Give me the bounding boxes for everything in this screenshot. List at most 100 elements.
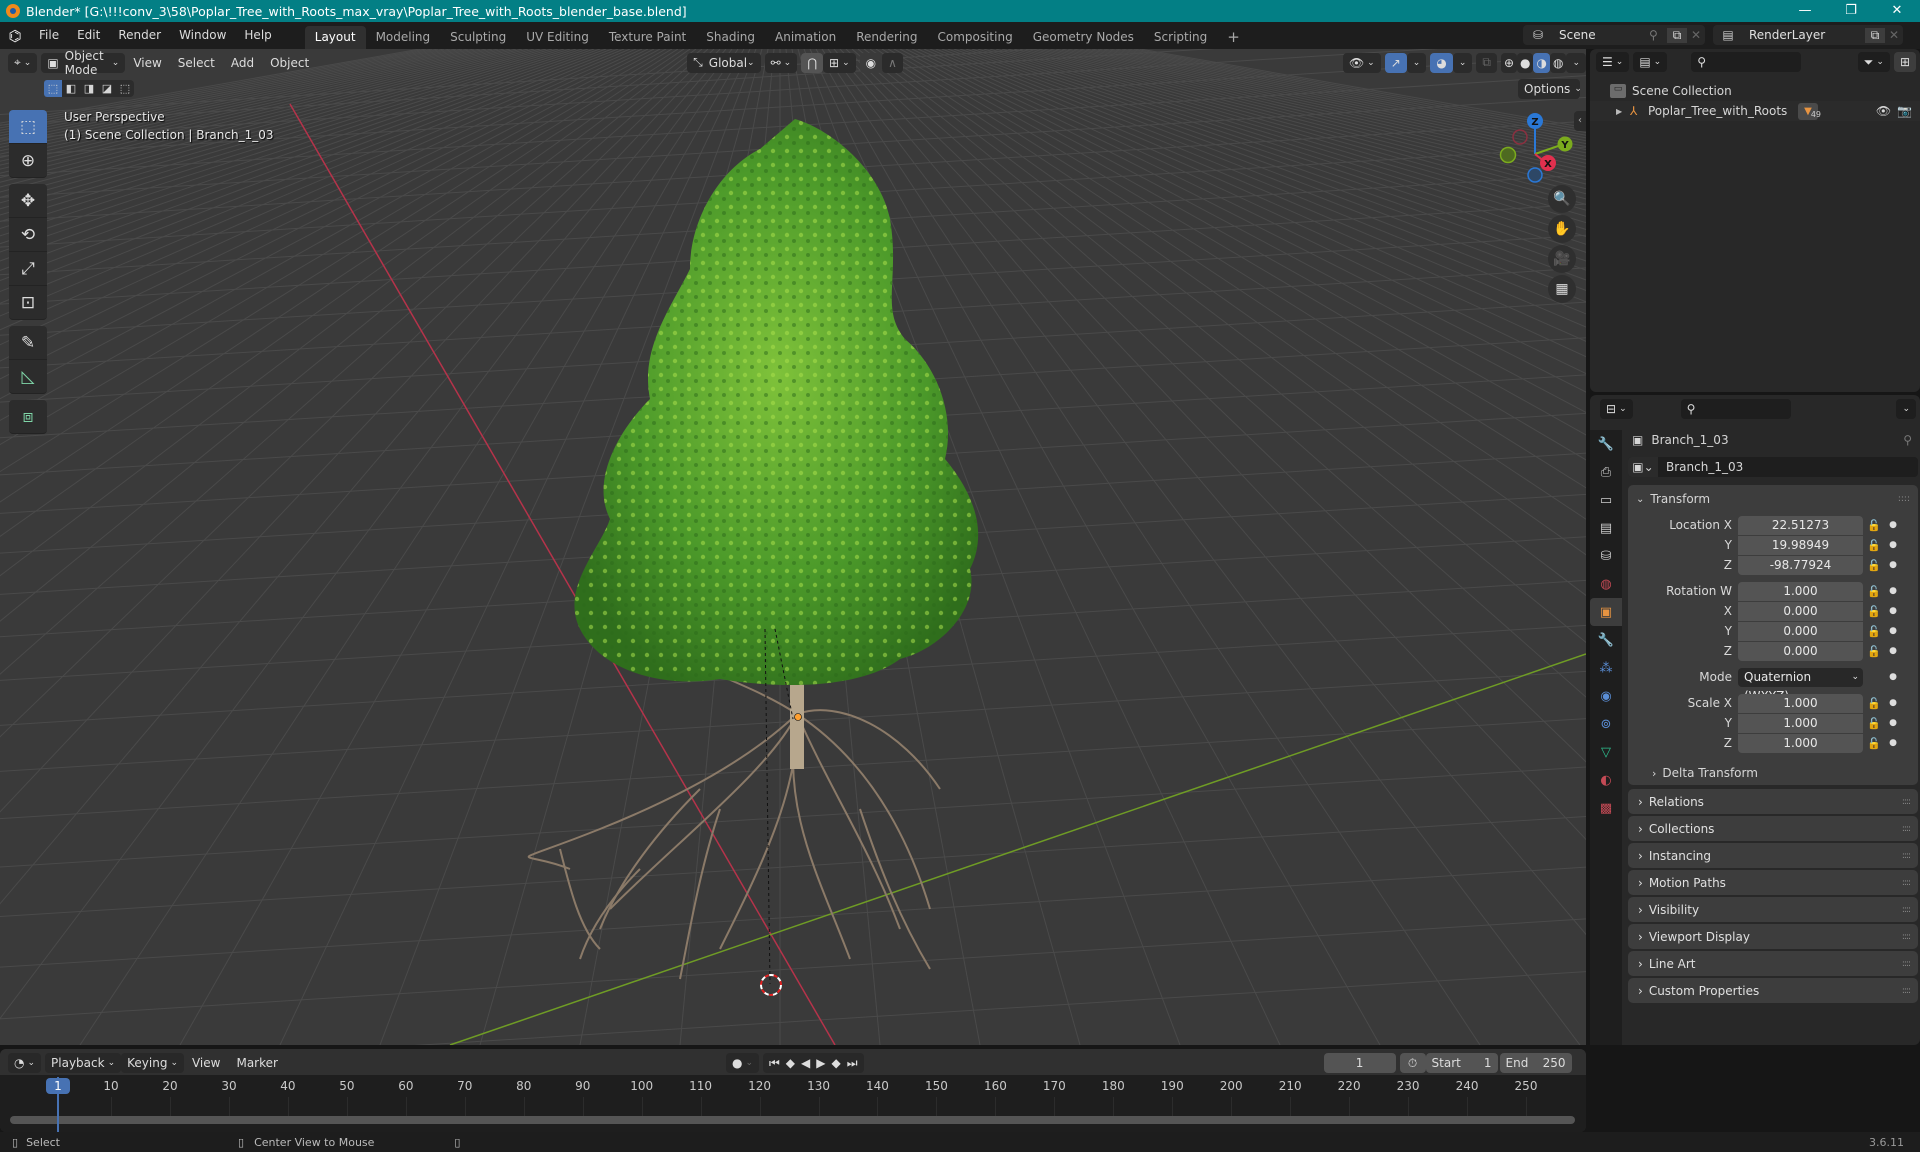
tab-material[interactable]: ◐	[1590, 766, 1622, 794]
mode-selector[interactable]: ▣ Object Mode ⌄	[41, 49, 126, 77]
auto-keying-toggle[interactable]: ● ⌄	[725, 1053, 759, 1073]
blender-menu-icon[interactable]: ⌬	[0, 27, 30, 45]
perspective-toggle-button[interactable]: ▦	[1548, 275, 1576, 303]
timeline-menu-marker[interactable]: Marker	[228, 1056, 285, 1070]
selectability-visibility-button[interactable]: 👁 ⌄	[1342, 52, 1381, 73]
workspace-tab-modeling[interactable]: Modeling	[366, 26, 441, 49]
drag-grip-icon[interactable]: ::::	[1902, 797, 1911, 807]
minimize-button[interactable]: —	[1782, 0, 1828, 22]
outliner-editor-type[interactable]: ☰ ⌄	[1596, 52, 1630, 72]
drag-grip-icon[interactable]: ::::	[1902, 932, 1911, 942]
workspace-tab-uv-editing[interactable]: UV Editing	[516, 26, 599, 49]
tab-world[interactable]: ◍	[1590, 570, 1622, 598]
lock-icon[interactable]: 🔓	[1863, 585, 1885, 598]
rotation-x-field[interactable]: 0.000	[1738, 601, 1863, 621]
scale-tool[interactable]: ⤢	[9, 252, 47, 286]
panel-visibility[interactable]: › Visibility::::	[1628, 897, 1918, 922]
rotate-tool[interactable]: ⟲	[9, 218, 47, 252]
snap-toggle[interactable]: ⋂	[801, 52, 824, 73]
add-workspace-button[interactable]: +	[1217, 26, 1250, 49]
playhead-frame-indicator[interactable]: 1	[46, 1078, 70, 1094]
camera-view-button[interactable]: 🎥	[1548, 245, 1576, 273]
overlays-dropdown[interactable]: ⌄	[1452, 52, 1473, 73]
drag-grip-icon[interactable]: ::::	[1902, 851, 1911, 861]
outliner-root[interactable]: ▭ Scene Collection	[1590, 81, 1920, 101]
tab-view-layer[interactable]: ▤	[1590, 514, 1622, 542]
prev-keyframe-button[interactable]: ◆	[786, 1056, 795, 1070]
workspace-tab-layout[interactable]: Layout	[304, 26, 366, 49]
tab-texture[interactable]: ▩	[1590, 794, 1622, 822]
shading-solid-button[interactable]: ●	[1517, 52, 1534, 73]
location-z-field[interactable]: -98.77924	[1738, 555, 1863, 575]
view-layer-selector[interactable]: ▤ RenderLayer ⧉ ✕	[1713, 25, 1903, 45]
mesh-children-badge[interactable]: ▼ 49	[1798, 102, 1821, 120]
lock-icon[interactable]: 🔓	[1863, 539, 1885, 552]
falloff-selector[interactable]: ∧	[882, 52, 903, 73]
filter-button[interactable]: ⏷ ⌄	[1857, 52, 1890, 72]
jump-end-button[interactable]: ⏭	[847, 1056, 858, 1071]
panel-relations[interactable]: › Relations::::	[1628, 789, 1918, 814]
keyframe-dot-icon[interactable]: ●	[1885, 606, 1901, 616]
keyframe-dot-icon[interactable]: ●	[1885, 646, 1901, 656]
timeline-body[interactable]: 10 20 30 40 50 60 70 80 90 100 110 120 130 140 150 160 1…	[0, 1075, 1586, 1132]
properties-editor-type[interactable]: ⊟ ⌄	[1600, 399, 1633, 419]
shading-dropdown[interactable]: ⌄	[1566, 52, 1586, 73]
sidebar-toggle[interactable]: ‹	[1574, 111, 1586, 131]
new-collection-button[interactable]: ⊞	[1893, 52, 1916, 72]
menu-help[interactable]: Help	[235, 22, 280, 49]
scale-z-field[interactable]: 1.000	[1738, 733, 1863, 753]
snap-target-selector[interactable]: ⊞ ⌄	[823, 52, 856, 73]
shading-material-button[interactable]: ◑	[1533, 52, 1550, 73]
rotation-mode-dropdown[interactable]: Quaternion (WXYZ) ⌄	[1738, 667, 1863, 703]
scene-selector[interactable]: ⛁ Scene ⚲ ⧉ ✕	[1523, 25, 1705, 45]
tab-scene[interactable]: ⛁	[1590, 542, 1622, 570]
select-extend-icon[interactable]: ◧	[62, 80, 80, 97]
keyframe-dot-icon[interactable]: ●	[1885, 540, 1901, 550]
keyframe-dot-icon[interactable]: ●	[1885, 738, 1901, 748]
viewport-menu-select[interactable]: Select	[170, 56, 223, 70]
select-intersect-icon[interactable]: ⬚	[116, 80, 134, 97]
keyframe-dot-icon[interactable]: ●	[1885, 672, 1901, 682]
new-scene-icon[interactable]: ⧉	[1667, 27, 1687, 43]
tab-render[interactable]: ⎙	[1590, 458, 1622, 486]
overlays-toggle[interactable]: ◕	[1430, 52, 1453, 73]
keying-menu[interactable]: Keying ⌄	[121, 1053, 184, 1073]
keyframe-dot-icon[interactable]: ●	[1885, 698, 1901, 708]
workspace-tab-animation[interactable]: Animation	[765, 26, 846, 49]
maximize-button[interactable]: ❐	[1828, 0, 1874, 22]
tab-object[interactable]: ▣	[1590, 598, 1622, 626]
xray-toggle[interactable]: ⧉	[1476, 52, 1497, 73]
drag-grip-icon[interactable]: ::::	[1902, 878, 1911, 888]
pan-button[interactable]: ✋	[1548, 215, 1576, 243]
location-y-field[interactable]: 19.98949	[1738, 535, 1863, 555]
pin-icon[interactable]: ⚲	[1903, 433, 1912, 447]
options-button[interactable]: Options ⌄	[1518, 79, 1582, 99]
delete-scene-icon[interactable]: ✕	[1687, 28, 1705, 42]
play-reverse-button[interactable]: ◀	[801, 1056, 810, 1070]
new-view-layer-icon[interactable]: ⧉	[1865, 27, 1885, 43]
rotation-w-field[interactable]: 1.000	[1738, 581, 1863, 601]
workspace-tab-geometry-nodes[interactable]: Geometry Nodes	[1023, 26, 1144, 49]
menu-file[interactable]: File	[30, 22, 68, 49]
keyframe-dot-icon[interactable]: ●	[1885, 718, 1901, 728]
add-cube-tool[interactable]: ⧈	[9, 400, 47, 434]
proportional-editing-toggle[interactable]: ◉	[859, 52, 883, 73]
scale-x-field[interactable]: 1.000	[1738, 693, 1863, 713]
tab-physics[interactable]: ◉	[1590, 682, 1622, 710]
outliner-item[interactable]: ▶ ⅄ Poplar_Tree_with_Roots ▼ 49 👁 📷	[1590, 101, 1920, 121]
close-button[interactable]: ✕	[1874, 0, 1920, 22]
lock-icon[interactable]: 🔓	[1863, 717, 1885, 730]
lock-icon[interactable]: 🔓	[1863, 645, 1885, 658]
panel-collections[interactable]: › Collections::::	[1628, 816, 1918, 841]
object-name-field[interactable]: ▣⌄ Branch_1_03	[1628, 457, 1918, 477]
lock-icon[interactable]: 🔓	[1863, 625, 1885, 638]
neg-x-handle[interactable]	[1512, 129, 1528, 145]
timeline-scrollbar[interactable]	[10, 1116, 1575, 1124]
scene-name[interactable]: Scene	[1553, 28, 1649, 42]
keyframe-dot-icon[interactable]: ●	[1885, 560, 1901, 570]
shading-wireframe-button[interactable]: ⊕	[1500, 52, 1517, 73]
lock-icon[interactable]: 🔓	[1863, 697, 1885, 710]
tab-tool[interactable]: 🔧	[1590, 430, 1622, 458]
workspace-tab-sculpting[interactable]: Sculpting	[440, 26, 516, 49]
tab-output[interactable]: ▭	[1590, 486, 1622, 514]
